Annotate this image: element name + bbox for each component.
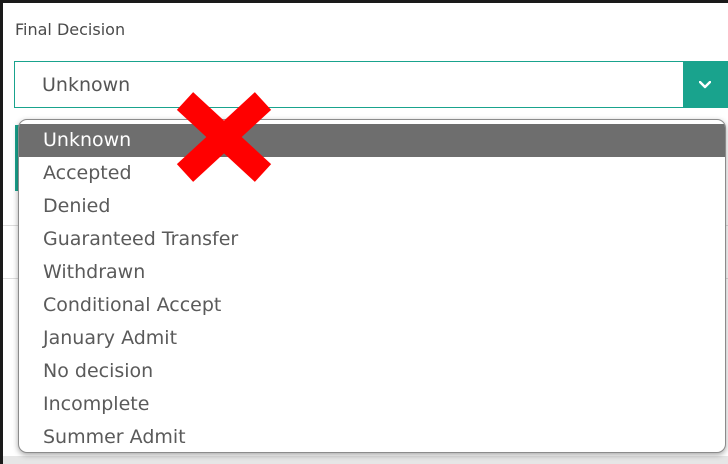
dropdown-option-accepted[interactable]: Accepted bbox=[19, 157, 725, 190]
final-decision-label: Final Decision bbox=[15, 20, 126, 39]
dropdown-option-unknown[interactable]: Unknown bbox=[19, 124, 725, 157]
dropdown-option-january-admit[interactable]: January Admit bbox=[19, 322, 725, 355]
dropdown-option-guaranteed-transfer[interactable]: Guaranteed Transfer bbox=[19, 223, 725, 256]
final-decision-select[interactable]: Unknown bbox=[14, 61, 728, 108]
dropdown-option-incomplete[interactable]: Incomplete bbox=[19, 388, 725, 421]
dropdown-option-denied[interactable]: Denied bbox=[19, 190, 725, 223]
background-footer-strip bbox=[3, 456, 728, 464]
window-frame: Final Decision Unknown Unknown Accepted … bbox=[3, 3, 728, 464]
dropdown-option-summer-admit[interactable]: Summer Admit bbox=[19, 421, 725, 452]
select-current-value: Unknown bbox=[42, 74, 131, 96]
red-x-icon bbox=[176, 92, 272, 182]
dropdown-option-conditional-accept[interactable]: Conditional Accept bbox=[19, 289, 725, 322]
select-arrow-button[interactable] bbox=[683, 62, 727, 107]
final-decision-dropdown-list[interactable]: Unknown Accepted Denied Guaranteed Trans… bbox=[18, 119, 726, 453]
dropdown-option-no-decision[interactable]: No decision bbox=[19, 355, 725, 388]
dropdown-option-withdrawn[interactable]: Withdrawn bbox=[19, 256, 725, 289]
chevron-down-icon bbox=[699, 80, 711, 88]
